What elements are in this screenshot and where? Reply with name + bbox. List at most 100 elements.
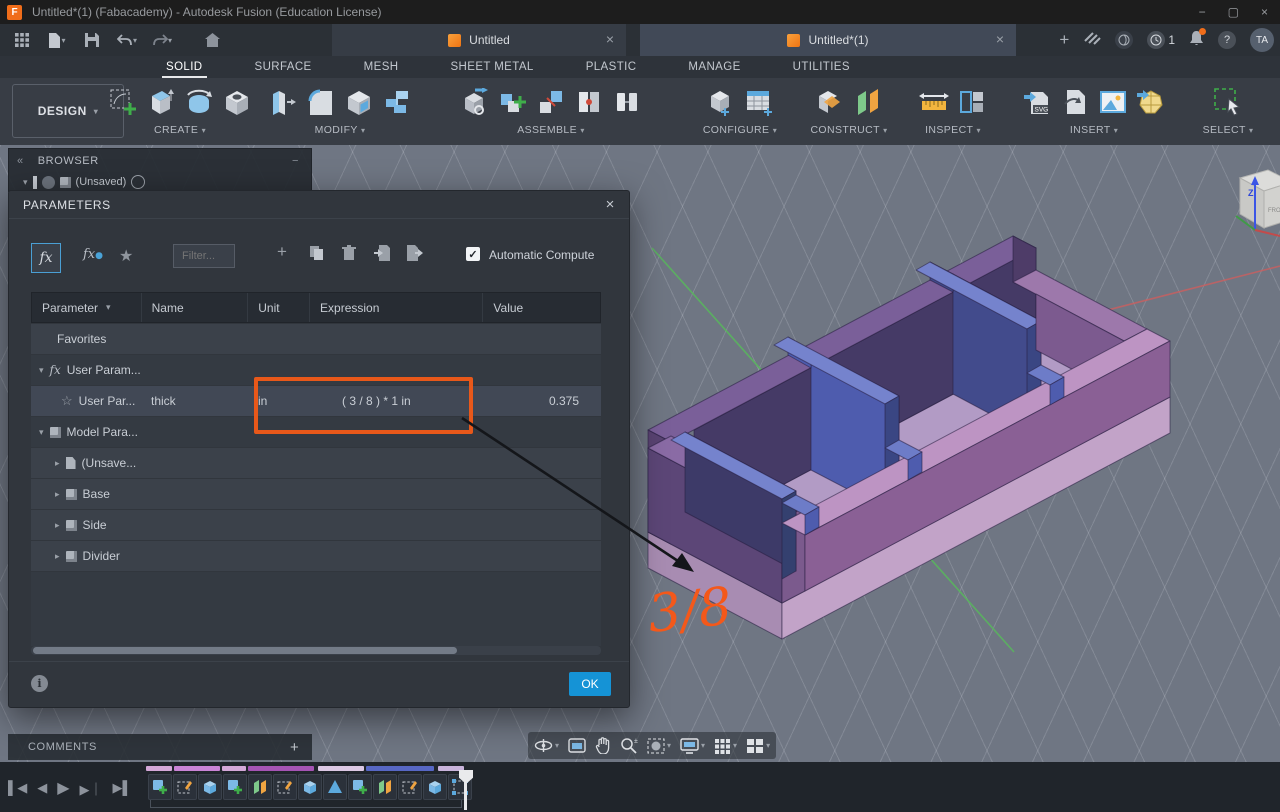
column-header-unit[interactable]: Unit — [248, 293, 311, 322]
go-to-end-button[interactable]: ▶▌ — [113, 780, 132, 796]
chevron-right-icon[interactable]: ▸ — [55, 551, 60, 562]
table-row-favorites[interactable]: Favorites — [31, 324, 601, 354]
undo-button[interactable]: ▾ — [114, 29, 140, 51]
group-label-construct[interactable]: CONSTRUCT ▾ — [810, 124, 887, 136]
revolve-button[interactable] — [183, 85, 215, 119]
viewports-icon[interactable]: ▾ — [746, 738, 770, 754]
timeline-feature-component[interactable] — [223, 774, 247, 800]
section-analysis-button[interactable] — [956, 85, 988, 119]
automatic-compute-checkbox[interactable]: ✓ — [466, 247, 480, 261]
chevron-right-icon[interactable]: ▸ — [55, 489, 60, 500]
collapse-panel-icon[interactable]: « — [17, 155, 24, 167]
timeline-group-bar[interactable] — [318, 766, 364, 771]
timeline-feature-component[interactable] — [148, 774, 172, 800]
radio-icon[interactable] — [131, 175, 146, 189]
timeline-feature-plane[interactable] — [248, 774, 272, 800]
save-button[interactable] — [79, 29, 105, 51]
minimize-panel-icon[interactable]: − — [292, 155, 299, 167]
window-close-button[interactable]: × — [1261, 5, 1268, 19]
group-label-create[interactable]: CREATE ▾ — [154, 124, 206, 136]
step-forward-button[interactable]: ▶｜ — [80, 779, 103, 798]
user-parameters-filter-button[interactable]: fx — [31, 243, 61, 273]
midplane-button[interactable] — [852, 85, 884, 119]
favorite-star-icon[interactable]: ☆ — [61, 393, 73, 409]
ok-button[interactable]: OK — [569, 672, 611, 696]
create-sketch-button[interactable] — [107, 85, 139, 119]
configure-button[interactable] — [705, 85, 737, 119]
configuration-table-button[interactable] — [743, 85, 775, 119]
table-row-base[interactable]: ▸ Base — [31, 479, 601, 509]
document-tab-untitled-1[interactable]: Untitled*(1) × — [640, 24, 1016, 56]
ribbon-tab-surface[interactable]: SURFACE — [229, 61, 338, 78]
timeline-feature-loft[interactable] — [323, 774, 347, 800]
chevron-right-icon[interactable]: ▸ — [55, 458, 60, 469]
eye-icon[interactable] — [41, 175, 55, 189]
insert-derive-file-button[interactable] — [1059, 85, 1091, 119]
chevron-down-icon[interactable]: ▾ — [39, 427, 44, 438]
close-tab-icon[interactable]: × — [606, 31, 614, 47]
rigid-group-button[interactable] — [611, 85, 643, 119]
ribbon-tab-solid[interactable]: SOLID — [140, 61, 229, 78]
app-grid-icon[interactable] — [9, 29, 35, 51]
go-to-start-button[interactable]: ▌◀ — [8, 780, 27, 796]
dialog-close-button[interactable]: × — [606, 196, 615, 213]
table-row-divider[interactable]: ▸ Divider — [31, 541, 601, 571]
step-back-button[interactable]: ◀ — [37, 780, 47, 796]
joint-button[interactable] — [535, 85, 567, 119]
table-row-unsaved[interactable]: ▸ (Unsave... — [31, 448, 601, 478]
timeline-feature-sketch[interactable] — [173, 774, 197, 800]
combine-button[interactable] — [381, 85, 413, 119]
as-built-joint-button[interactable] — [573, 85, 605, 119]
select-button[interactable] — [1212, 85, 1244, 119]
hole-button[interactable] — [221, 85, 253, 119]
insert-mesh-button[interactable] — [1135, 85, 1167, 119]
group-label-assemble[interactable]: ASSEMBLE ▾ — [517, 124, 585, 136]
chevron-right-icon[interactable]: ▸ — [55, 520, 60, 531]
group-label-modify[interactable]: MODIFY ▾ — [315, 124, 366, 136]
group-label-inspect[interactable]: INSPECT ▾ — [925, 124, 981, 136]
column-header-value[interactable]: Value — [483, 293, 600, 322]
display-settings-icon[interactable]: ▾ — [680, 737, 705, 754]
info-icon[interactable]: i — [31, 675, 48, 692]
job-queue-button[interactable]: 1 — [1147, 31, 1175, 49]
help-button[interactable]: ? — [1218, 31, 1236, 49]
group-label-insert[interactable]: INSERT ▾ — [1070, 124, 1118, 136]
model-parameters-filter-button[interactable]: fx● — [83, 247, 103, 262]
ribbon-tab-mesh[interactable]: MESH — [338, 61, 425, 78]
play-button[interactable]: ▶ — [57, 778, 69, 798]
export-parameters-button[interactable] — [407, 245, 423, 266]
chevron-down-icon[interactable]: ▾ — [23, 177, 28, 188]
table-row-user-parameters[interactable]: ▾ fx User Param... — [31, 355, 601, 385]
ribbon-tab-sheet-metal[interactable]: SHEET METAL — [424, 61, 559, 78]
shell-button[interactable] — [343, 85, 375, 119]
fillet-button[interactable] — [305, 85, 337, 119]
delete-parameter-button[interactable] — [342, 245, 356, 266]
document-tab-untitled[interactable]: Untitled × — [332, 24, 626, 56]
timeline-feature-sketch[interactable] — [273, 774, 297, 800]
table-row-model-parameters[interactable]: ▾ Model Para... — [31, 417, 601, 447]
window-minimize-button[interactable]: − — [1199, 5, 1206, 19]
look-at-icon[interactable] — [568, 738, 586, 753]
extension-icon[interactable] — [1115, 31, 1134, 49]
table-row-side[interactable]: ▸ Side — [31, 510, 601, 540]
insert-image-button[interactable] — [1097, 85, 1129, 119]
notifications-button[interactable] — [1189, 27, 1206, 51]
column-header-parameter[interactable]: Parameter ▾ — [32, 293, 142, 322]
timeline-position-marker-line[interactable] — [464, 782, 467, 810]
timeline-feature-component[interactable] — [348, 774, 372, 800]
column-header-name[interactable]: Name — [142, 293, 249, 322]
orbit-icon[interactable]: ▾ — [534, 737, 559, 754]
zoom-icon[interactable]: ± — [620, 737, 638, 754]
ribbon-tab-plastic[interactable]: PLASTIC — [560, 61, 663, 78]
timeline-group-bar[interactable] — [366, 766, 434, 771]
new-component-button[interactable] — [497, 85, 529, 119]
view-cube[interactable]: FRONT Z — [1235, 169, 1280, 237]
horizontal-scrollbar[interactable] — [31, 646, 601, 655]
insert-derive-button[interactable] — [459, 85, 491, 119]
group-label-select[interactable]: SELECT ▾ — [1203, 124, 1254, 136]
measure-button[interactable] — [918, 85, 950, 119]
timeline-feature-extrude[interactable] — [198, 774, 222, 800]
timeline-feature-plane[interactable] — [373, 774, 397, 800]
grid-display-icon[interactable]: ▾ — [714, 738, 737, 754]
press-pull-button[interactable] — [267, 85, 299, 119]
